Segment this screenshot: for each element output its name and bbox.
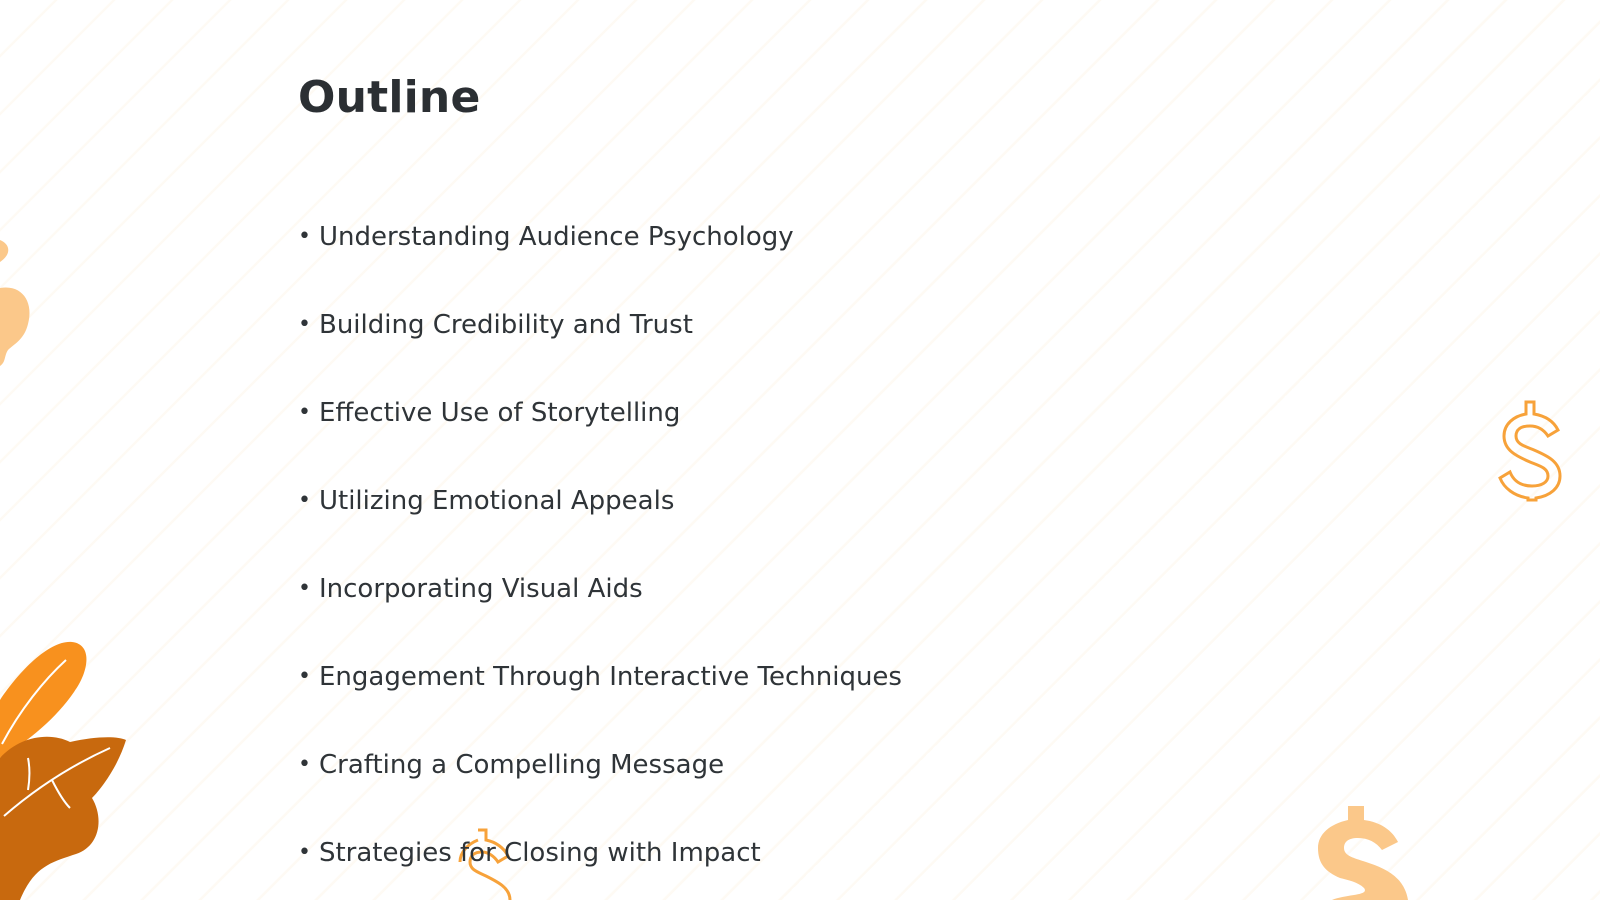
outline-item-text: Understanding Audience Psychology: [318, 222, 794, 252]
bullet-marker: •: [298, 488, 311, 513]
dollar-solid-icon: [1318, 806, 1408, 900]
slide: Outline • Understanding Audience Psychol…: [0, 0, 1600, 900]
leaf-icon: [0, 641, 126, 900]
outline-item: • Crafting a Compelling Message: [298, 750, 902, 838]
outline-item-text: Incorporating Visual Aids: [318, 574, 643, 604]
bullet-marker: •: [298, 400, 311, 425]
bullet-marker: •: [298, 752, 311, 777]
bullet-marker: •: [298, 224, 311, 249]
bullet-marker: •: [298, 576, 311, 601]
dollar-outline-icon: [1498, 400, 1562, 502]
bullet-marker: •: [298, 664, 311, 689]
outline-list: • Understanding Audience Psychology • Bu…: [298, 222, 902, 900]
outline-item: • Strategies for Closing with Impact: [298, 838, 902, 900]
slide-title: Outline: [298, 72, 481, 123]
outline-item-text: Crafting a Compelling Message: [318, 750, 725, 780]
outline-item-text: Strategies for Closing with Impact: [318, 838, 761, 868]
outline-item-text: Building Credibility and Trust: [318, 310, 693, 340]
outline-item-text: Effective Use of Storytelling: [318, 398, 681, 428]
outline-item: • Understanding Audience Psychology: [298, 222, 902, 310]
outline-item-text: Engagement Through Interactive Technique…: [318, 662, 902, 692]
outline-item: • Utilizing Emotional Appeals: [298, 486, 902, 574]
outline-item: • Building Credibility and Trust: [298, 310, 902, 398]
outline-item: • Incorporating Visual Aids: [298, 574, 902, 662]
outline-item: • Effective Use of Storytelling: [298, 398, 902, 486]
outline-item: • Engagement Through Interactive Techniq…: [298, 662, 902, 750]
outline-item-text: Utilizing Emotional Appeals: [318, 486, 675, 516]
bullet-marker: •: [298, 312, 311, 337]
blob-icon: [0, 240, 30, 366]
bullet-marker: •: [298, 840, 311, 865]
